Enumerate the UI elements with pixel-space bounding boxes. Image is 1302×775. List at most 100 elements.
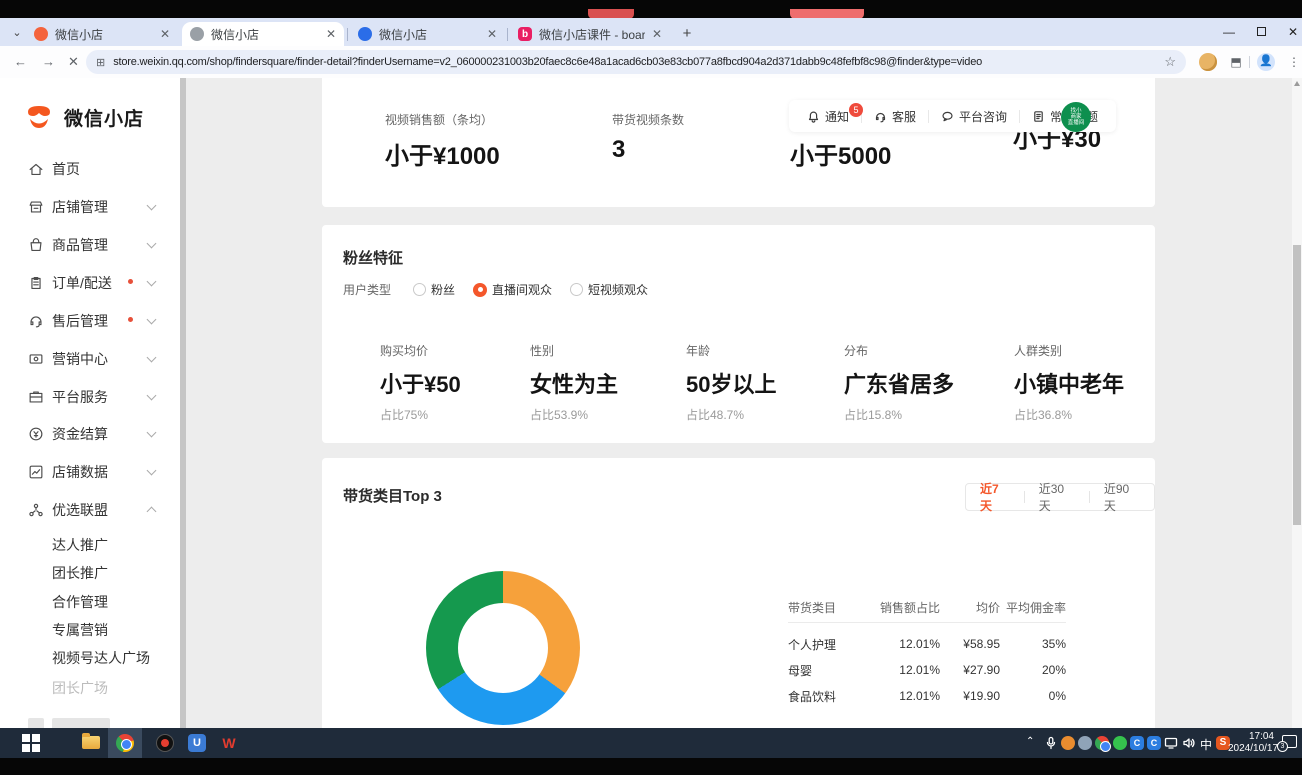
stat-value: 广东省居多 [844,367,954,399]
radio-icon[interactable] [413,283,426,296]
sidebar-item-label: 店铺数据 [52,462,108,482]
tab-4[interactable]: b 微信小店课件 - boardmix ✕ [510,22,670,46]
scrollbar-thumb[interactable] [1293,245,1301,525]
extensions-puzzle-icon[interactable]: ⬒ [1227,53,1245,71]
sidebar-item-product-management[interactable]: 商品管理 [0,233,180,257]
sidebar-subitem-exclusive-marketing[interactable]: 专属营销 [52,620,108,640]
chrome-taskbar-highlight[interactable] [108,728,142,758]
screen-recorder-icon[interactable] [156,734,174,752]
address-bar[interactable]: ⊞ store.weixin.qq.com/shop/findersquare/… [86,50,1186,74]
store-favicon [34,27,48,41]
tab-close-icon[interactable]: ✕ [326,28,336,40]
boardmix-favicon: b [518,27,532,41]
forward-icon[interactable]: → [42,54,55,69]
scrollbar-up-arrow[interactable] [1294,81,1300,86]
filter-7d[interactable]: 近7天 [966,480,1024,514]
tab-title: 微信小店 [211,26,259,43]
chevron-down-icon [147,353,157,363]
radio-option-live-viewers[interactable]: 直播间观众 [473,281,552,298]
sidebar-item-shop-management[interactable]: 店铺管理 [0,195,180,219]
display-icon[interactable] [1164,736,1178,750]
wps-icon[interactable]: W [220,734,238,752]
stat-value: 小于¥1000 [385,136,500,171]
back-icon[interactable]: ← [14,54,27,69]
window-close-button[interactable]: ✕ [1282,22,1302,42]
tab-close-icon[interactable]: ✕ [160,28,170,40]
video-stats-card: 视频销售额（条均） 小于¥1000 带货视频条数 3 视频观众数（条均） 小于5… [322,78,1155,207]
sidebar-item-marketing-center[interactable]: 营销中心 [0,347,180,371]
action-center-icon[interactable]: 3 [1282,735,1297,748]
table-row: 食品饮料 12.01% ¥19.90 0% [788,683,1066,709]
sidebar-item-shop-data[interactable]: 店铺数据 [0,460,180,484]
tab-1[interactable]: 微信小店 ✕ [26,22,178,46]
chevron-down-icon [147,277,157,287]
sidebar-item-funds-settlement[interactable]: 资金结算 [0,422,180,446]
sidebar-item-partial [28,718,44,728]
start-button-icon[interactable] [22,734,40,752]
table-row: 母婴 12.01% ¥27.90 20% [788,657,1066,683]
main-area: 微信小店 首页 店铺管理 商品管理 订单/配送 [0,78,1302,728]
url-text[interactable]: store.weixin.qq.com/shop/findersquare/fi… [113,56,1133,68]
tray-app-orange-icon[interactable] [1061,736,1075,750]
sidebar-subitem-leader-plaza[interactable]: 团长广场 [52,678,108,698]
toolbar-separator [1249,56,1250,68]
radio-option-fans[interactable]: 粉丝 [413,281,455,298]
window-restore-button[interactable] [1250,22,1272,42]
sidebar-item-home[interactable]: 首页 [0,157,180,181]
radio-option-video-viewers[interactable]: 短视频观众 [570,281,648,298]
platform-consult-button[interactable]: 平台咨询 [929,108,1019,125]
top-black-strip [0,0,1302,18]
chrome-tray-icon[interactable] [1095,736,1109,750]
window-minimize-button[interactable]: — [1218,22,1240,42]
tab-separator [507,28,508,41]
stat-share: 占比48.7% [686,406,776,423]
sidebar-scrollbar[interactable] [180,78,186,728]
u-app-icon[interactable]: U [188,734,206,752]
customer-service-button[interactable]: 客服 [862,108,928,125]
tab-2-active[interactable]: 微信小店 ✕ [182,22,344,46]
cell: 12.01% [858,663,940,677]
volume-icon[interactable] [1182,736,1196,750]
file-explorer-icon[interactable] [82,736,100,749]
tab-search-button[interactable]: ⌄ [8,25,26,43]
radio-selected-icon[interactable] [473,283,487,297]
ime-indicator[interactable]: 中 [1200,736,1212,753]
tab-3[interactable]: 微信小店 ✕ [350,22,505,46]
live-promo-badge[interactable]: 找小 商家 直播间 [1061,102,1091,132]
bookmark-star-icon[interactable]: ☆ [1164,54,1176,70]
sidebar-item-after-sales[interactable]: 售后管理 [0,309,180,333]
page-scrollbar[interactable] [1292,78,1302,728]
radio-icon[interactable] [570,283,583,296]
tray-expand-icon[interactable]: ⌃ [1026,736,1034,747]
sidebar-item-platform-services[interactable]: 平台服务 [0,385,180,409]
cell: 35% [1000,637,1066,651]
extension-cookie-icon[interactable] [1199,53,1217,71]
browser-menu-icon[interactable]: ⋮ [1285,53,1302,71]
filter-30d[interactable]: 近30天 [1025,480,1089,514]
tab-close-icon[interactable]: ✕ [652,28,662,40]
stop-loading-icon[interactable]: ✕ [68,54,79,70]
chrome-icon[interactable] [116,734,134,752]
filter-90d[interactable]: 近90天 [1090,480,1154,514]
sidebar-item-preferred-alliance[interactable]: 优选联盟 [0,498,180,522]
notifications-button[interactable]: 通知 5 [795,108,861,125]
stat-label: 年龄 [686,342,776,359]
tray-app-c1-icon[interactable]: C [1130,736,1144,750]
tray-app-c2-icon[interactable]: C [1147,736,1161,750]
time-filter-group: 近7天 近30天 近90天 [965,483,1155,511]
sidebar-subitem-cooperation[interactable]: 合作管理 [52,592,108,612]
sidebar-item-partial [52,718,110,728]
tab-close-icon[interactable]: ✕ [487,28,497,40]
taskbar-clock[interactable]: 17:04 2024/10/17 [1228,731,1274,755]
browser-toolbar: ← → ✕ ⊞ store.weixin.qq.com/shop/finders… [0,46,1302,78]
tray-app-grey-icon[interactable] [1078,736,1092,750]
sidebar-subitem-talent-promo[interactable]: 达人推广 [52,535,108,555]
site-info-icon[interactable]: ⊞ [96,56,105,69]
wechat-tray-icon[interactable] [1113,736,1127,750]
sidebar-subitem-leader-promo[interactable]: 团长推广 [52,563,108,583]
new-tab-button[interactable]: + [678,25,696,43]
sidebar-subitem-finder-talent-plaza[interactable]: 视频号达人广场 [52,648,150,668]
sidebar-item-orders-delivery[interactable]: 订单/配送 [0,271,180,295]
profile-avatar[interactable]: 👤 [1257,53,1275,71]
microphone-icon[interactable] [1044,736,1058,750]
